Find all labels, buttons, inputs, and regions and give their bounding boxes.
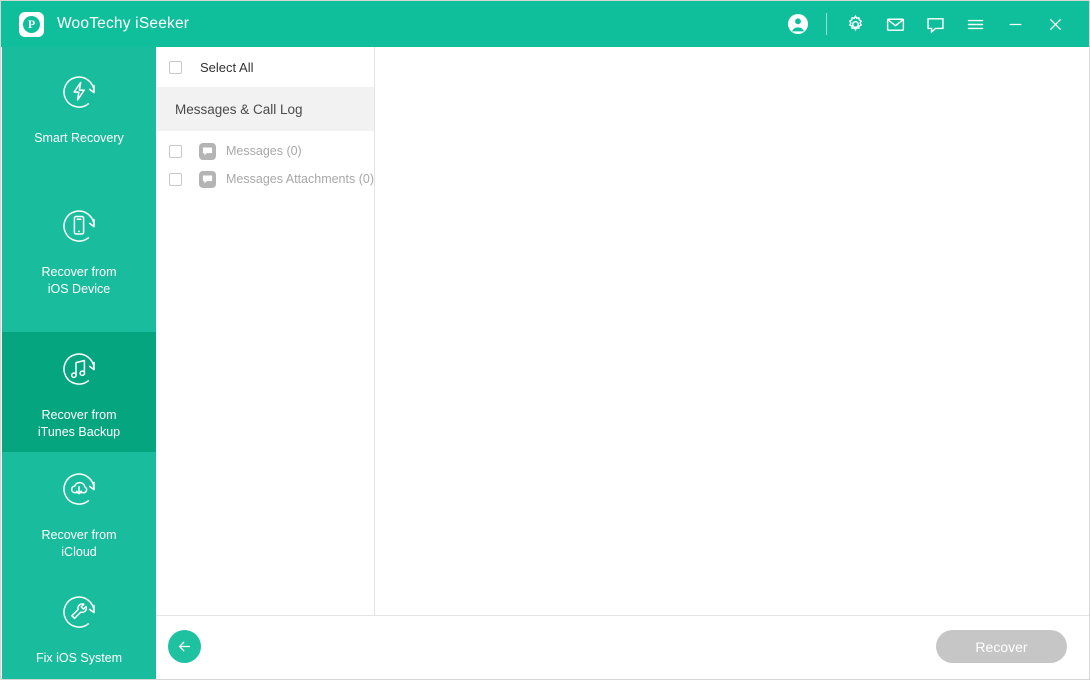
chat-bubble-icon[interactable]: [915, 1, 955, 47]
list-item-messages[interactable]: Messages (0): [156, 137, 375, 165]
sidebar-item-label: Recover from iCloud: [41, 528, 117, 559]
settings-gear-icon[interactable]: [835, 1, 875, 47]
minimize-icon[interactable]: [995, 1, 1035, 47]
bolt-refresh-icon: [53, 66, 105, 118]
sidebar-item-recover-from-ios-device[interactable]: Recover from iOS Device: [2, 166, 156, 332]
file-type-list-panel: Select All Messages & Call Log Messages …: [156, 47, 375, 615]
group-header-messages-call-log: Messages & Call Log: [156, 87, 375, 131]
sidebar-item-label: Fix iOS System: [35, 650, 123, 665]
list-item-messages-attachments[interactable]: Messages Attachments (0): [156, 165, 375, 193]
music-refresh-icon: [53, 343, 105, 395]
preview-content-area: [375, 47, 1089, 615]
wrench-refresh-icon: [53, 586, 105, 638]
menu-hamburger-icon[interactable]: [955, 1, 995, 47]
bottom-bar: Recover: [156, 616, 1089, 679]
message-bubble-icon: [199, 142, 216, 160]
messages-attachments-checkbox[interactable]: [169, 172, 182, 186]
title-bar: P WooTechy iSeeker: [1, 1, 1089, 47]
app-window: P WooTechy iSeeker Smart Recovery Recove…: [0, 0, 1090, 680]
recover-button[interactable]: Recover: [936, 630, 1067, 663]
mail-icon[interactable]: [875, 1, 915, 47]
list-item-label: Messages (0): [226, 144, 302, 158]
logo-glyph: P: [23, 15, 40, 33]
back-button[interactable]: [168, 630, 201, 663]
list-item-label: Messages Attachments (0): [226, 172, 374, 186]
close-icon[interactable]: [1035, 1, 1075, 47]
sidebar-item-smart-recovery[interactable]: Smart Recovery: [2, 47, 156, 166]
cloud-download-refresh-icon: [53, 463, 105, 515]
sidebar: Smart Recovery Recover from iOS Device R…: [2, 47, 156, 679]
app-logo: P: [19, 11, 44, 37]
message-bubble-icon: [199, 170, 216, 188]
select-all-checkbox[interactable]: [169, 60, 182, 74]
file-type-rows: Messages (0) Messages Attachments (0): [156, 137, 375, 193]
sidebar-item-label: Smart Recovery: [34, 131, 124, 145]
title-bar-controls: [778, 1, 1089, 47]
phone-refresh-icon: [53, 200, 105, 252]
sidebar-item-fix-ios-system[interactable]: Fix iOS System: [2, 572, 156, 679]
select-all-label: Select All: [200, 59, 254, 75]
sidebar-item-recover-from-itunes-backup[interactable]: Recover from iTunes Backup: [2, 332, 156, 452]
sidebar-item-label: Recover from iOS Device: [41, 265, 117, 296]
sidebar-item-label: Recover from iTunes Backup: [37, 408, 121, 439]
select-all-row[interactable]: Select All: [156, 47, 375, 87]
messages-checkbox[interactable]: [169, 144, 182, 158]
sidebar-item-recover-from-icloud[interactable]: Recover from iCloud: [2, 452, 156, 572]
titlebar-divider: [826, 13, 827, 35]
account-icon[interactable]: [778, 1, 818, 47]
app-title: WooTechy iSeeker: [57, 15, 190, 32]
